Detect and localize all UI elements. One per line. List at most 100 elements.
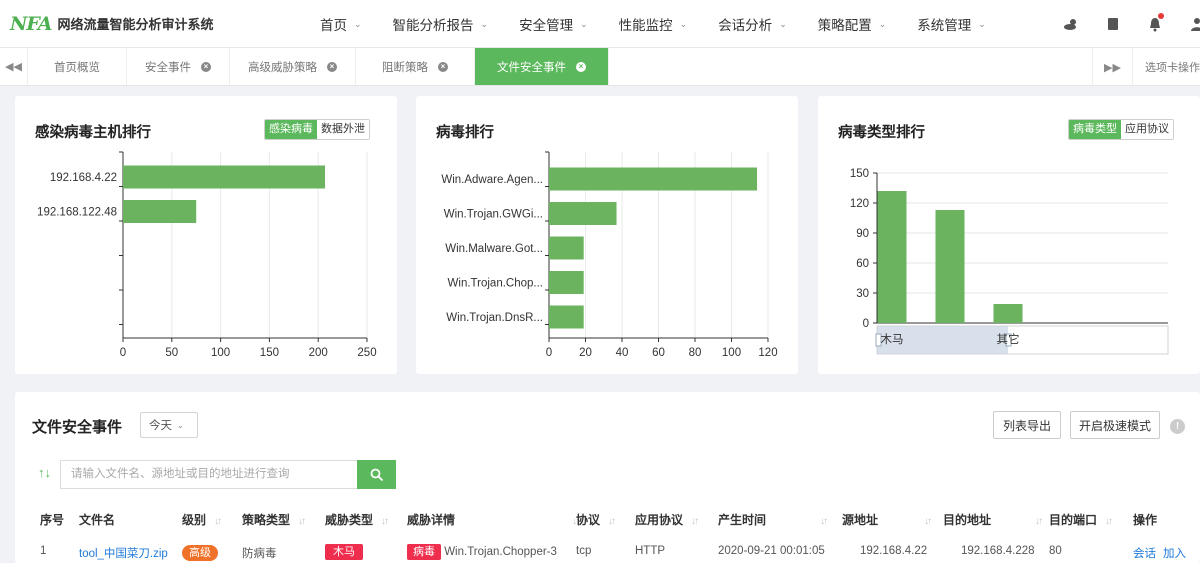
chevron-down-icon: ⌄ [480, 18, 489, 29]
col-threat-detail[interactable]: 威胁详情 ↓↑ [407, 511, 580, 528]
col-time[interactable]: 产生时间 ↓↑ [718, 511, 828, 528]
close-icon[interactable]: × [327, 61, 337, 72]
bar [549, 167, 758, 191]
book-icon[interactable] [1104, 15, 1122, 33]
tab-next-icon[interactable]: ▶▶ [1092, 48, 1132, 86]
close-icon[interactable]: × [201, 61, 211, 72]
col-threat-type[interactable]: 威胁类型 ↓↑ [325, 511, 389, 528]
col-level[interactable]: 级别 ↓↑ [182, 511, 222, 528]
nav-performance[interactable]: 性能监控 ⌄ [619, 14, 688, 34]
cell-file-name[interactable]: tool_中国菜刀.zip [79, 545, 168, 561]
category-label: Win.Trojan.GWGi... [444, 209, 543, 221]
chevron-down-icon: ⌄ [580, 18, 588, 29]
sort-icon[interactable]: ↓↑ [1105, 516, 1113, 527]
fast-mode-button[interactable]: 开启极速模式 [1070, 411, 1160, 439]
nav-security[interactable]: 安全管理 ⌄ [519, 14, 588, 34]
cell-dst: 192.168.4.228 [961, 545, 1035, 557]
sort-icon[interactable]: ↓↑ [608, 516, 616, 527]
weather-cloud-icon[interactable] [1062, 15, 1080, 33]
nav-reports[interactable]: 智能分析报告 ⌄ [393, 14, 489, 34]
top-navbar: NFA 网络流量智能分析审计系统 首页 ⌄ 智能分析报告 ⌄ 安全管理 ⌄ 性能监控 ⌄… [0, 0, 1200, 48]
toggle-infected[interactable]: 感染病毒 [265, 120, 317, 139]
tab-prev-icon[interactable]: ◀◀ [0, 48, 28, 85]
x-tick-label: 200 [309, 347, 328, 359]
tab-advanced-threat[interactable]: 高级威胁策略 × [230, 48, 356, 85]
hosts-toggle: 感染病毒 数据外泄 [264, 119, 370, 140]
sort-icon[interactable]: ↓↑ [1035, 516, 1043, 527]
period-select[interactable]: 今天 ⌄ [140, 412, 198, 438]
col-policy-type[interactable]: 策略类型 ↓↑ [242, 511, 306, 528]
action-add-link[interactable]: 加入 [1163, 545, 1186, 561]
y-tick-label: 150 [850, 168, 869, 180]
tab-home-overview[interactable]: 首页概览 [28, 48, 127, 85]
cell-index: 1 [40, 545, 47, 557]
chevron-down-icon: ⌄ [679, 18, 688, 29]
user-icon[interactable] [1188, 15, 1200, 33]
card-title: 病毒排行 [436, 125, 494, 141]
sort-icon[interactable]: ↓↑ [214, 516, 222, 527]
y-tick-label: 60 [856, 258, 869, 270]
tab-file-security-events[interactable]: 文件安全事件 × [475, 48, 609, 85]
action-session-link[interactable]: 会话 [1133, 545, 1156, 561]
category-label: 192.168.122.48 [37, 207, 117, 219]
section-title: 文件安全事件 [32, 419, 123, 436]
bell-icon[interactable] [1146, 13, 1164, 33]
main-nav: 首页 ⌄ 智能分析报告 ⌄ 安全管理 ⌄ 性能监控 ⌄ 会话分析 ⌄ 策略配置 ⌄ 系统管理… [320, 0, 1017, 48]
sort-icon[interactable]: ↓↑ [820, 516, 828, 527]
category-label: Win.Malware.Got... [445, 243, 543, 255]
sort-icon[interactable]: ↓↑ [691, 516, 699, 527]
search-input[interactable]: 请输入文件名、源地址或目的地址进行查询 [60, 460, 357, 489]
search-icon [370, 468, 383, 481]
y-tick-label: 0 [863, 318, 869, 330]
col-dst[interactable]: 目的地址 ↓↑ [943, 511, 1043, 528]
x-tick-label: 100 [211, 347, 230, 359]
bar [549, 202, 617, 225]
category-label: Win.Trojan.Chop... [448, 278, 543, 290]
toggle-virus-type[interactable]: 病毒类型 [1069, 120, 1121, 139]
tab-security-events[interactable]: 安全事件 × [127, 48, 230, 85]
nav-home[interactable]: 首页 ⌄ [320, 14, 362, 34]
chevron-down-icon: ⌄ [177, 420, 184, 430]
col-port[interactable]: 目的端口 ↓↑ [1049, 511, 1113, 528]
col-index: 序号 [40, 513, 65, 527]
sort-icon[interactable]: ↓↑ [924, 516, 932, 527]
nav-policy[interactable]: 策略配置 ⌄ [818, 14, 887, 34]
cell-port: 80 [1049, 545, 1062, 557]
level-badge: 高级 [182, 545, 218, 561]
cell-app-protocol: HTTP [635, 545, 666, 557]
bar [549, 271, 584, 294]
infected-hosts-card: 感染病毒主机排行 感染病毒 数据外泄 0 50 100 150 200 250 192.16… [15, 96, 397, 374]
col-protocol[interactable]: 协议 ↓↑ [576, 511, 616, 528]
close-icon[interactable]: × [438, 61, 448, 72]
search-button[interactable] [357, 460, 396, 489]
toggle-data-leak[interactable]: 数据外泄 [317, 120, 369, 139]
cell-policy-type: 防病毒 [242, 548, 277, 560]
cell-threat-detail: 病毒 Win.Trojan.Chopper-3 [407, 543, 557, 560]
close-icon[interactable]: × [576, 61, 586, 72]
y-tick-label: 90 [856, 228, 869, 240]
top-icons [1038, 0, 1200, 48]
sort-icon[interactable]: ↓↑ [381, 516, 389, 527]
category-label: 木马 [881, 333, 904, 346]
app-logo[interactable]: NFA 网络流量智能分析审计系统 [0, 13, 300, 35]
tab-options[interactable]: 选项卡操作 [1132, 48, 1200, 86]
cell-level: 高级 [182, 544, 218, 561]
card-title: 感染病毒主机排行 [35, 125, 151, 141]
tab-block-policy[interactable]: 阻断策略 × [356, 48, 475, 85]
x-tick-label: 120 [758, 347, 777, 359]
export-button[interactable]: 列表导出 [993, 411, 1061, 439]
bar [549, 305, 584, 329]
bar [549, 236, 584, 260]
chevron-down-icon: ⌄ [354, 18, 362, 29]
sort-icon[interactable]: ↓↑ [298, 516, 306, 527]
x-tick-label: 40 [616, 347, 629, 359]
col-src[interactable]: 源地址 ↓↑ [842, 511, 932, 528]
nav-system[interactable]: 系统管理 ⌄ [917, 14, 986, 34]
sort-toggle-icon[interactable]: ↑↓ [38, 465, 51, 480]
info-icon[interactable]: ! [1170, 419, 1185, 434]
nav-session[interactable]: 会话分析 ⌄ [718, 14, 787, 34]
x-tick-label: 50 [165, 347, 178, 359]
col-app-protocol[interactable]: 应用协议 ↓↑ [635, 511, 699, 528]
toggle-app-protocol[interactable]: 应用协议 [1121, 120, 1173, 139]
cell-protocol: tcp [576, 545, 592, 557]
